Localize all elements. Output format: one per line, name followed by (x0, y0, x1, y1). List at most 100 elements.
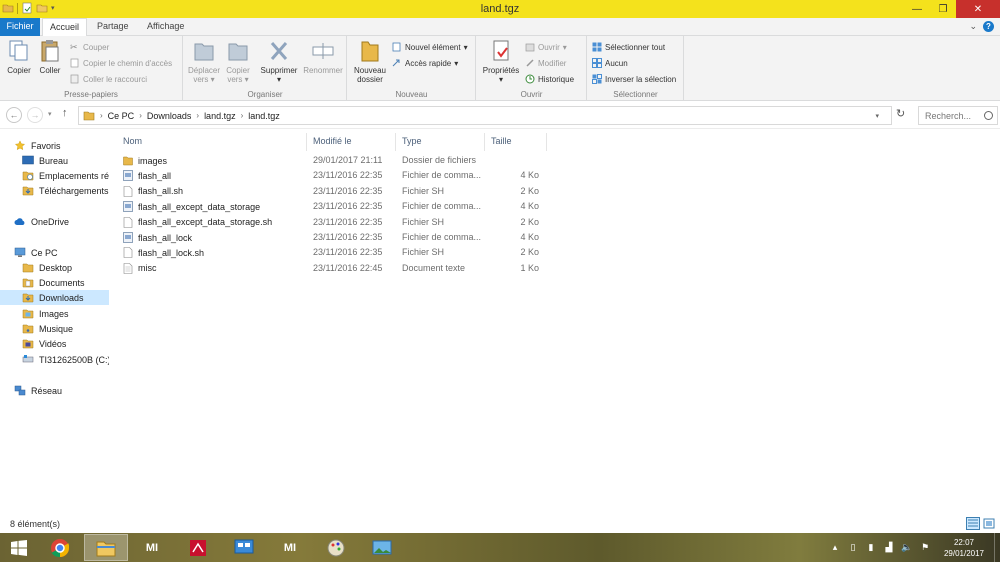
nav-item-bureau[interactable]: Bureau (22, 153, 68, 168)
nav-item-documents[interactable]: Documents (22, 275, 85, 290)
copy-path-button[interactable]: Copier le chemin d'accès (70, 56, 172, 70)
nav-item-desktop[interactable]: Desktop (22, 260, 72, 275)
nav-item-music[interactable]: Musique (22, 321, 73, 336)
move-to-button[interactable]: Déplacer vers ▾ (186, 38, 222, 84)
minimize-button[interactable]: — (904, 0, 930, 18)
select-none-button[interactable]: Aucun (592, 56, 628, 70)
file-name-cell[interactable]: misc (123, 262, 157, 274)
taskbar-app-red[interactable] (176, 534, 220, 561)
start-button[interactable] (0, 533, 38, 562)
taskbar-file-explorer[interactable] (84, 534, 128, 561)
flag-icon[interactable]: ⚑ (918, 542, 932, 553)
file-row[interactable]: flash_all 23/11/2016 22:35 Fichier de comm… (117, 169, 547, 184)
tab-partage[interactable]: Partage (90, 18, 136, 36)
select-all-button[interactable]: Sélectionner tout (592, 40, 665, 54)
nav-onedrive[interactable]: OneDrive (14, 214, 69, 229)
taskbar-paint[interactable] (314, 534, 358, 561)
nav-item-images[interactable]: Images (22, 306, 69, 321)
delete-button[interactable]: Supprimer ▾ (256, 38, 302, 84)
tab-affichage[interactable]: Affichage (140, 18, 191, 36)
breadcrumb-downloads[interactable]: Downloads (147, 111, 192, 121)
new-folder-button[interactable]: Nouveau dossier (352, 38, 388, 84)
breadcrumb-separator: › (100, 111, 103, 120)
file-name-cell[interactable]: images (123, 155, 167, 166)
volume-icon[interactable]: 🔈 (900, 542, 914, 553)
file-row[interactable]: flash_all_except_data_storage.sh 23/11/20… (117, 216, 547, 231)
paste-icon (41, 40, 59, 62)
documents-folder-icon (22, 278, 34, 288)
properties-button[interactable]: Propriétés ▾ (481, 38, 521, 84)
nav-network[interactable]: Réseau (14, 383, 62, 398)
nav-item-videos[interactable]: Vidéos (22, 336, 66, 351)
recent-locations-dropdown[interactable]: ▾ (48, 110, 52, 118)
file-name-cell[interactable]: flash_all.sh (123, 185, 183, 197)
file-size-cell: 2 Ko (520, 185, 539, 196)
ribbon-expand-icon[interactable]: ⌄ (969, 21, 977, 32)
device-icon[interactable]: ▯ (846, 542, 860, 553)
nav-item-downloads[interactable]: Downloads (0, 290, 109, 305)
clock[interactable]: 22:07 29/01/2017 (934, 537, 994, 559)
large-icons-view-button[interactable] (982, 517, 996, 530)
column-header-name[interactable]: Nom (117, 133, 307, 151)
breadcrumb-land-tgz-inner[interactable]: land.tgz (248, 111, 280, 121)
taskbar-chrome[interactable] (38, 534, 82, 561)
address-bar[interactable]: › Ce PC › Downloads › land.tgz › land.tg… (78, 106, 892, 125)
nav-item-recent-places[interactable]: Emplacements réc (22, 168, 109, 183)
cut-button[interactable]: ✂ Couper (70, 40, 109, 54)
nav-item-downloads-fav[interactable]: Téléchargements (22, 183, 109, 198)
easy-access-button[interactable]: Accès rapide ▾ (392, 56, 458, 70)
back-button[interactable]: ← (6, 107, 22, 123)
paste-button[interactable]: Coller (36, 38, 64, 75)
copy-button[interactable]: Copier (4, 38, 34, 75)
copy-to-button[interactable]: Copier vers ▾ (222, 38, 254, 84)
taskbar-mi-app-2[interactable]: MI (268, 534, 312, 561)
file-row[interactable]: flash_all.sh 23/11/2016 22:35 Fichier SH 2 … (117, 185, 547, 200)
file-row[interactable]: misc 23/11/2016 22:45 Document texte 1 Ko (117, 262, 547, 277)
forward-button[interactable]: → (27, 107, 43, 123)
tab-accueil[interactable]: Accueil (42, 18, 88, 37)
column-header-modified[interactable]: Modifié le (307, 133, 396, 151)
taskbar-photos[interactable] (360, 534, 404, 561)
taskbar-mi-app[interactable]: MI (130, 534, 174, 561)
chevron-up-icon[interactable]: ▴ (828, 542, 842, 553)
refresh-button[interactable]: ↻ (896, 107, 905, 120)
file-name-cell[interactable]: flash_all (123, 170, 171, 182)
file-name-cell[interactable]: flash_all_except_data_storage (123, 201, 260, 212)
breadcrumb-land-tgz[interactable]: land.tgz (204, 111, 236, 121)
new-item-button[interactable]: Nouvel élément ▾ (392, 40, 468, 54)
taskbar-control-panel[interactable] (222, 534, 266, 561)
tab-fichier[interactable]: Fichier (0, 18, 40, 36)
edit-button[interactable]: Modifier (525, 56, 566, 70)
title-bar: ▾ land.tgz — ❐ ✕ (0, 0, 1000, 18)
history-button[interactable]: Historique (525, 72, 574, 86)
search-input[interactable]: Recherch... (918, 106, 998, 125)
nav-favorites[interactable]: Favoris (14, 138, 61, 153)
restore-button[interactable]: ❐ (930, 0, 956, 18)
file-name-cell[interactable]: flash_all_lock.sh (123, 247, 204, 259)
invert-selection-button[interactable]: Inverser la sélection (592, 72, 676, 86)
column-header-size[interactable]: Taille (485, 133, 547, 151)
file-size-cell: 1 Ko (520, 262, 539, 273)
column-header-type[interactable]: Type (396, 133, 485, 151)
file-name-cell[interactable]: flash_all_except_data_storage.sh (123, 216, 272, 228)
details-view-button[interactable] (966, 517, 980, 530)
file-name-cell[interactable]: flash_all_lock (123, 232, 192, 243)
address-dropdown-icon[interactable]: ▾ (875, 112, 879, 120)
file-row[interactable]: images 29/01/2017 21:11 Dossier de fichier… (117, 154, 547, 169)
windows-logo-icon (11, 539, 27, 556)
help-icon[interactable]: ? (983, 21, 994, 32)
signal-icon[interactable]: ▮ (864, 542, 878, 553)
file-row[interactable]: flash_all_lock 23/11/2016 22:35 Fichier de… (117, 231, 547, 246)
breadcrumb-ce-pc[interactable]: Ce PC (108, 111, 135, 121)
close-button[interactable]: ✕ (956, 0, 1000, 18)
nav-item-drive-c[interactable]: TI31262500B (C:) (22, 352, 109, 367)
up-button[interactable]: ↑ (62, 107, 68, 119)
file-row[interactable]: flash_all_lock.sh 23/11/2016 22:35 Fichier… (117, 246, 547, 261)
show-desktop-button[interactable] (994, 533, 1000, 562)
open-button[interactable]: Ouvrir ▾ (525, 40, 567, 54)
nav-this-pc[interactable]: Ce PC (14, 245, 58, 260)
paste-shortcut-button[interactable]: Coller le raccourci (70, 72, 147, 86)
file-row[interactable]: flash_all_except_data_storage 23/11/2016 … (117, 200, 547, 215)
network-icon[interactable]: ▟ (882, 542, 896, 553)
rename-button[interactable]: Renommer (302, 38, 344, 75)
